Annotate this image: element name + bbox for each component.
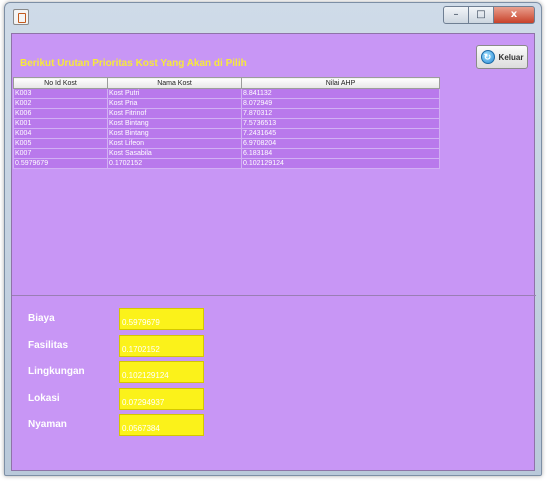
column-header-id[interactable]: No Id Kost [13,77,108,89]
table-row[interactable]: 0.5979679 0.1702152 0.102129124 [13,158,440,169]
title-bar[interactable]: – □ x [5,3,541,33]
cell-ahp[interactable]: 8.841132 [241,88,440,99]
table-row[interactable]: K001 Kost Bintang 7.5736513 [13,118,440,129]
cell-id[interactable]: K007 [13,148,108,159]
biaya-label: Biaya [28,313,55,324]
cell-name[interactable]: Kost Pria [107,98,242,109]
cell-id[interactable]: K004 [13,128,108,139]
fasilitas-label: Fasilitas [28,340,69,351]
cell-id[interactable]: K005 [13,138,108,149]
column-header-name[interactable]: Nama Kost [107,77,242,89]
criteria-row-fasilitas: Fasilitas [12,335,232,357]
criteria-row-nyaman: Nyaman [12,414,232,436]
cell-name[interactable]: Kost Fitrinof [107,108,242,119]
table-row[interactable]: K005 Kost Lifeon 6.9708204 [13,138,440,149]
cell-ahp[interactable]: 8.072949 [241,98,440,109]
exit-button[interactable]: ↻ Keluar [476,45,528,69]
maximize-button[interactable]: □ [468,6,494,24]
criteria-row-lingkungan: Lingkungan [12,361,232,383]
cell-name[interactable]: Kost Sasabila [107,148,242,159]
table-row[interactable]: K007 Kost Sasabila 6.183184 [13,148,440,159]
nyaman-label: Nyaman [28,419,67,430]
table-row[interactable]: K004 Kost Bintang 7.2431645 [13,128,440,139]
ranking-table: No Id Kost Nama Kost Nilai AHP K003 Kost… [13,77,440,169]
app-window: – □ x Berikut Urutan Prioritas Kost Yang… [4,2,542,476]
cell-id[interactable]: K001 [13,118,108,129]
cell-ahp[interactable]: 7.870312 [241,108,440,119]
minimize-button[interactable]: – [443,6,469,24]
cell-ahp[interactable]: 6.9708204 [241,138,440,149]
cell-id[interactable]: K006 [13,108,108,119]
close-button[interactable]: x [493,6,535,24]
java-app-icon [13,9,29,25]
cell-name[interactable]: 0.1702152 [107,158,242,169]
page-title: Berikut Urutan Prioritas Kost Yang Akan … [20,58,247,69]
table-row[interactable]: K006 Kost Fitrinof 7.870312 [13,108,440,119]
lingkungan-field[interactable] [119,361,204,383]
cell-ahp[interactable]: 7.2431645 [241,128,440,139]
ranking-panel: Berikut Urutan Prioritas Kost Yang Akan … [12,34,536,296]
cell-id[interactable]: K003 [13,88,108,99]
cell-id[interactable]: 0.5979679 [13,158,108,169]
fasilitas-field[interactable] [119,335,204,357]
criteria-row-biaya: Biaya [12,308,232,330]
cell-ahp[interactable]: 0.102129124 [241,158,440,169]
criteria-row-lokasi: Lokasi [12,388,232,410]
cell-ahp[interactable]: 7.5736513 [241,118,440,129]
cell-name[interactable]: Kost Putri [107,88,242,99]
table-row[interactable]: K002 Kost Pria 8.072949 [13,98,440,109]
table-row[interactable]: K003 Kost Putri 8.841132 [13,88,440,99]
cell-ahp[interactable]: 6.183184 [241,148,440,159]
cell-name[interactable]: Kost Lifeon [107,138,242,149]
exit-icon: ↻ [480,50,495,64]
lingkungan-label: Lingkungan [28,366,85,377]
lokasi-field[interactable] [119,388,204,410]
content-area: Berikut Urutan Prioritas Kost Yang Akan … [11,33,536,472]
table-header-row: No Id Kost Nama Kost Nilai AHP [13,77,440,89]
cell-name[interactable]: Kost Bintang [107,118,242,129]
exit-button-label: Keluar [498,52,524,62]
cell-name[interactable]: Kost Bintang [107,128,242,139]
criteria-panel: Biaya Fasilitas Lingkungan Lokasi Nyaman [12,297,536,472]
biaya-field[interactable] [119,308,204,330]
cell-id[interactable]: K002 [13,98,108,109]
lokasi-label: Lokasi [28,393,60,404]
window-controls: – □ x [443,6,535,24]
column-header-ahp[interactable]: Nilai AHP [241,77,440,89]
nyaman-field[interactable] [119,414,204,436]
